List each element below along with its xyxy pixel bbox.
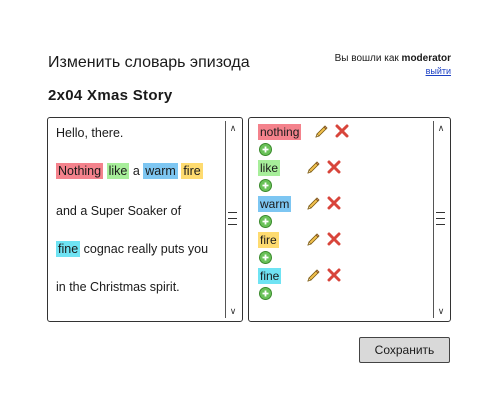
- highlighted-word-fire[interactable]: fire: [181, 163, 203, 179]
- text-rest: cognac really puts you: [83, 242, 209, 256]
- word-tag: fine: [258, 268, 282, 284]
- pencil-icon[interactable]: [305, 196, 321, 212]
- scrollbar-thumb[interactable]: [228, 207, 237, 229]
- episode-title: 2x04 Xmas Story: [48, 87, 173, 104]
- chevron-down-icon[interactable]: ∨: [226, 304, 240, 318]
- word-tag: like: [258, 160, 281, 176]
- delete-x-icon[interactable]: [327, 196, 341, 210]
- save-button[interactable]: Сохранить: [359, 337, 450, 363]
- delete-x-icon[interactable]: [327, 232, 341, 246]
- highlighted-word-like[interactable]: like: [106, 163, 130, 179]
- pencil-icon[interactable]: [305, 232, 321, 248]
- delete-x-icon[interactable]: [327, 160, 341, 174]
- add-plus-icon[interactable]: [259, 215, 272, 228]
- add-plus-icon[interactable]: [259, 287, 272, 300]
- add-plus-icon[interactable]: [259, 179, 272, 192]
- page-title: Изменить словарь эпизода: [48, 54, 250, 71]
- add-plus-icon[interactable]: [259, 251, 272, 264]
- episode-text-panel: Hello, there. Nothing like a warm fire a…: [47, 117, 243, 322]
- highlighted-word-warm[interactable]: warm: [143, 163, 178, 179]
- chevron-down-icon[interactable]: ∨: [434, 304, 448, 318]
- word-tag: warm: [258, 196, 292, 212]
- text-line-3: and a Super Soaker of: [56, 204, 182, 218]
- text-scrollbar[interactable]: ∧ ∨: [225, 121, 239, 318]
- text-line-1: Hello, there.: [56, 126, 124, 140]
- dictionary-words-panel: nothing like warm fire fine ∧ ∨: [248, 117, 451, 322]
- pencil-icon[interactable]: [313, 124, 329, 140]
- text-line-2: Nothing like a warm fire: [56, 163, 203, 179]
- word-tag: nothing: [258, 124, 302, 140]
- text-line-4: fine cognac really puts you: [56, 241, 209, 257]
- chevron-up-icon[interactable]: ∧: [226, 121, 240, 135]
- pencil-icon[interactable]: [305, 268, 321, 284]
- scrollbar-thumb[interactable]: [436, 207, 445, 229]
- delete-x-icon[interactable]: [327, 268, 341, 282]
- chevron-up-icon[interactable]: ∧: [434, 121, 448, 135]
- word-tag: fire: [258, 232, 279, 248]
- username: moderator: [401, 53, 451, 64]
- text-word: a: [132, 164, 140, 178]
- login-prefix: Вы вошли как: [334, 53, 399, 64]
- highlighted-word-fine[interactable]: fine: [56, 241, 81, 257]
- text-line-5: in the Christmas spirit.: [56, 280, 180, 294]
- pencil-icon[interactable]: [305, 160, 321, 176]
- delete-x-icon[interactable]: [335, 124, 349, 138]
- logout-link[interactable]: выйти: [426, 66, 451, 76]
- highlighted-word-nothing[interactable]: Nothing: [56, 163, 104, 179]
- words-scrollbar[interactable]: ∧ ∨: [433, 121, 447, 318]
- add-plus-icon[interactable]: [259, 143, 272, 156]
- login-status: Вы вошли как moderator выйти: [335, 52, 451, 78]
